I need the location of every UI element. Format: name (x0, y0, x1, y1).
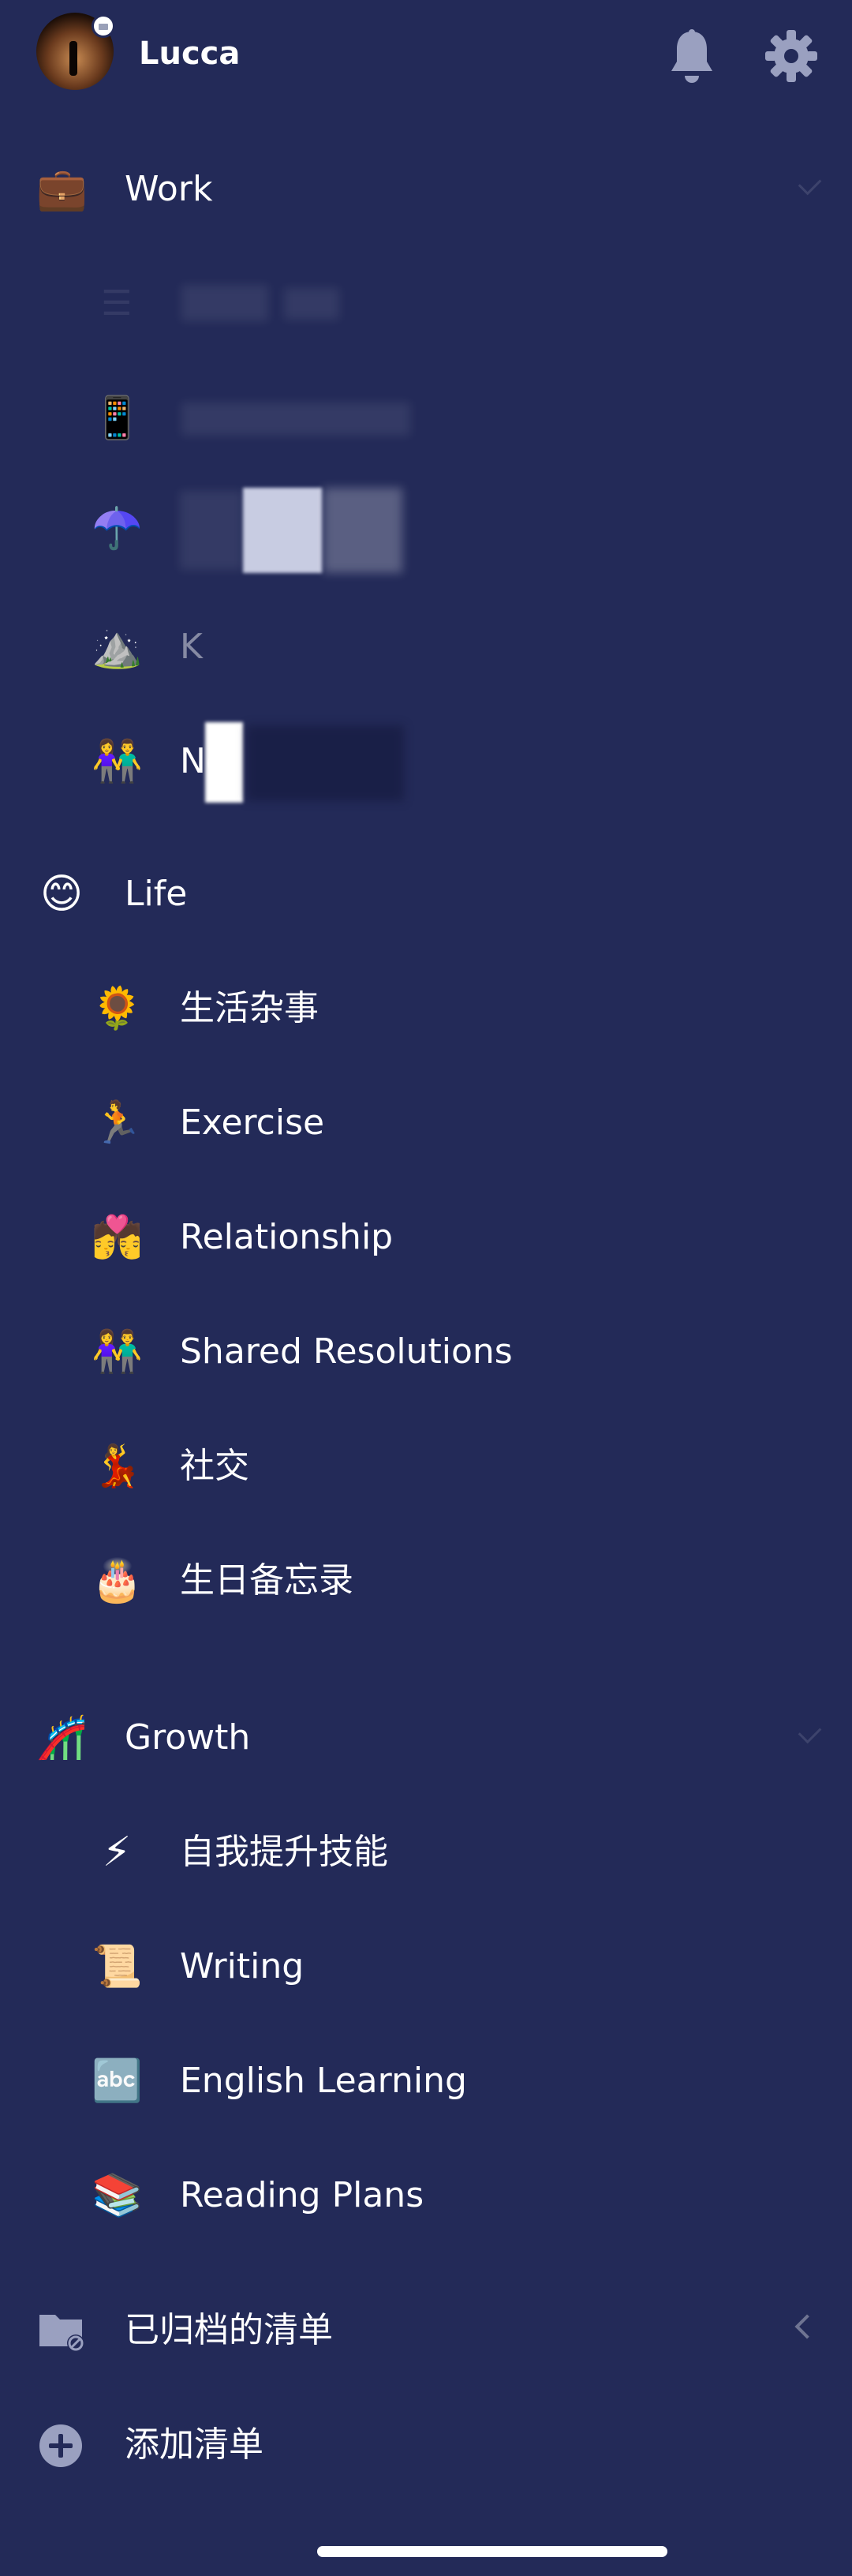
abcd-icon: 🔤 (92, 2057, 143, 2105)
lightning-icon: ⚡ (102, 1829, 132, 1876)
gear-icon[interactable] (765, 30, 817, 82)
group-growth[interactable]: 🎢 Growth (0, 1690, 852, 1785)
redacted-block (180, 491, 243, 570)
list-item-label: Writing (180, 1946, 305, 1986)
smiley-icon: 😊 (39, 871, 84, 918)
list-item[interactable]: 📜 Writing (0, 1919, 852, 2014)
collapse-check-icon[interactable] (798, 171, 822, 196)
list-item-label: Shared Resolutions (180, 1331, 513, 1372)
list-item-label: 生日备忘录 (180, 1560, 353, 1601)
avatar-figure (69, 41, 77, 76)
list-item[interactable]: 🏃 Exercise (0, 1076, 852, 1170)
list-item[interactable]: 📚 Reading Plans (0, 2148, 852, 2243)
list-item-label: K (180, 627, 203, 667)
add-list-button[interactable]: 添加清单 (0, 2398, 852, 2492)
roller-coaster-icon: 🎢 (36, 1714, 88, 1762)
dancer-icon: 💃 (92, 1443, 143, 1490)
group-life[interactable]: 😊 Life (0, 847, 852, 942)
kiss-icon: 💏 (92, 1214, 143, 1261)
couple-icon: 👫 (92, 738, 143, 785)
list-item[interactable]: 👫 Shared Resolutions (0, 1305, 852, 1399)
group-label: Life (125, 874, 188, 914)
group-work[interactable]: 💼 Work (0, 142, 852, 237)
list-item-label: 生活杂事 (180, 988, 319, 1028)
group-label: Work (125, 169, 213, 209)
premium-badge-icon (92, 14, 115, 38)
list-item-label: 社交 (180, 1446, 249, 1486)
redacted-block (181, 402, 410, 436)
list-item-label: English Learning (180, 2061, 467, 2101)
username[interactable]: Lucca (139, 35, 240, 73)
list-item[interactable]: 🎂 生日备忘录 (0, 1533, 852, 1628)
umbrella-icon: ☂️ (92, 505, 143, 552)
books-icon: 📚 (92, 2172, 143, 2219)
phone-icon: 📱 (92, 395, 143, 442)
redacted-block (243, 488, 322, 573)
birthday-cake-icon: 🎂 (92, 1557, 143, 1604)
group-label: Growth (125, 1717, 251, 1758)
chevron-left-icon[interactable] (794, 2314, 820, 2339)
list-item[interactable]: ☰ (0, 256, 852, 351)
list-item-label: Reading Plans (180, 2175, 424, 2215)
list-item[interactable]: ⛰️ K (0, 600, 852, 695)
add-circle-icon (39, 2424, 82, 2467)
scroll-icon: 📜 (92, 1943, 143, 1990)
home-indicator[interactable] (317, 2546, 667, 2557)
archived-lists[interactable]: 已归档的清单 (0, 2283, 852, 2378)
mountain-icon: ⛰️ (92, 623, 143, 671)
archived-lists-label: 已归档的清单 (125, 2310, 333, 2350)
list-item[interactable]: ☂️ (0, 481, 852, 576)
list-item-label: Exercise (180, 1103, 325, 1143)
sunflower-icon: 🌻 (92, 985, 143, 1032)
redacted-block (246, 725, 404, 801)
redacted-block (181, 285, 268, 321)
archive-folder-icon (39, 2315, 84, 2352)
list-icon: ☰ (101, 283, 133, 324)
list-item[interactable]: 🔤 English Learning (0, 2034, 852, 2129)
briefcase-icon: 💼 (36, 166, 88, 213)
redacted-block (284, 288, 339, 320)
runner-icon: 🏃 (92, 1099, 143, 1147)
collapse-check-icon[interactable] (798, 1720, 822, 1744)
list-item[interactable]: 📱 (0, 371, 852, 466)
list-item-label: 自我提升技能 (180, 1832, 388, 1872)
list-item[interactable]: ⚡ 自我提升技能 (0, 1805, 852, 1900)
drawer-header: Lucca (0, 0, 852, 118)
list-item[interactable]: 💏 Relationship (0, 1190, 852, 1285)
list-item[interactable]: 👫 Ne (0, 714, 852, 809)
list-item-label: Relationship (180, 1217, 394, 1257)
redacted-block (323, 488, 402, 573)
add-list-label: 添加清单 (125, 2424, 263, 2465)
redacted-block (205, 722, 243, 803)
list-item[interactable]: 🌻 生活杂事 (0, 961, 852, 1056)
list-item[interactable]: 💃 社交 (0, 1419, 852, 1514)
couple-icon: 👫 (92, 1328, 143, 1376)
bell-icon[interactable] (667, 28, 716, 85)
